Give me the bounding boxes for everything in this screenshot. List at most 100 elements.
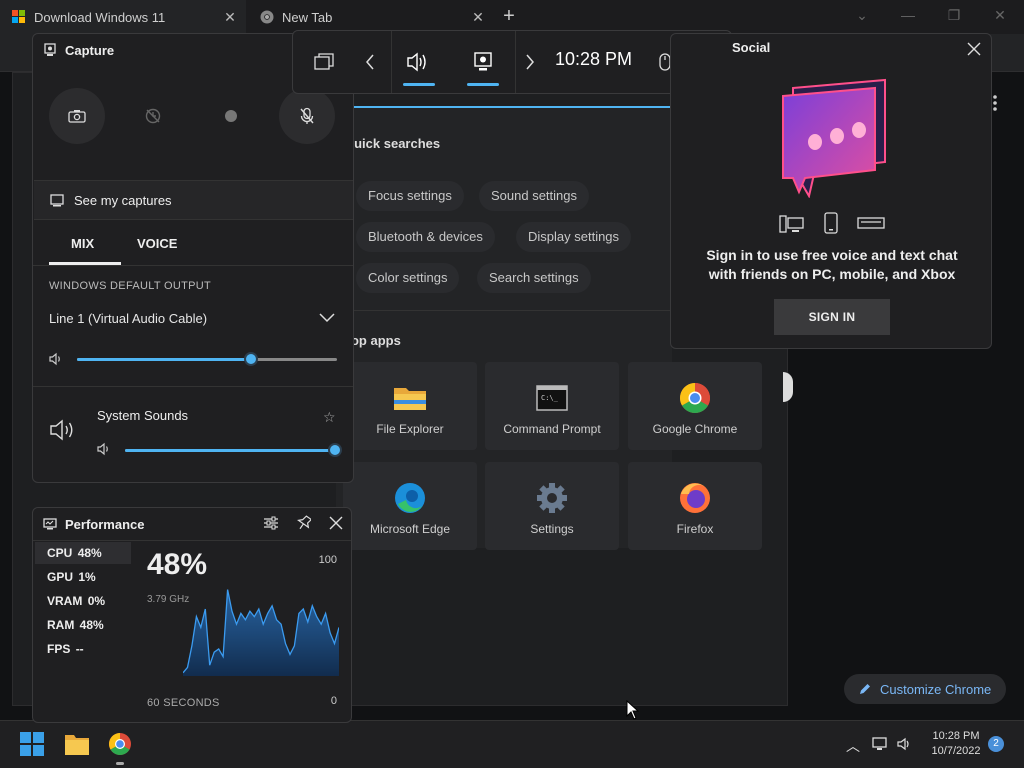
sign-in-button[interactable]: SIGN IN	[774, 299, 890, 335]
quick-search-chip[interactable]: Search settings	[477, 263, 591, 293]
chat-bubble-illustration	[775, 76, 887, 198]
metric-label: CPU	[47, 546, 73, 560]
quick-search-chip[interactable]: Display settings	[516, 222, 632, 252]
customize-chrome-button[interactable]: Customize Chrome	[844, 674, 1006, 704]
chrome-tab-strip: Download Windows 11 ✕ New Tab ✕ + ⌄ — ❐ …	[0, 0, 1024, 34]
capture-widget-icon[interactable]	[473, 51, 493, 73]
camera-icon	[68, 109, 86, 123]
see-my-captures-link[interactable]: See my captures	[34, 180, 353, 220]
taskbar-clock[interactable]: 10:28 PM 10/7/2022	[922, 729, 990, 759]
speaker-large-icon	[49, 418, 77, 442]
clock-time: 10:28 PM	[932, 730, 980, 742]
star-icon[interactable]: ☆	[323, 409, 336, 426]
performance-widget: Performance CPU 48% GPU 1% VRAM 0% RAM 48% F…	[32, 507, 352, 723]
taskbar	[0, 720, 1024, 768]
tab-search-icon[interactable]: ⌄	[848, 4, 876, 26]
notification-badge[interactable]: 2	[988, 736, 1004, 752]
screenshot-button[interactable]	[49, 88, 105, 144]
tab-close-icon[interactable]: ✕	[470, 9, 486, 25]
metric-row-fps[interactable]: FPS --	[35, 638, 131, 660]
gallery-icon	[50, 193, 64, 207]
metric-value: --	[75, 642, 84, 656]
top-app-firefox[interactable]: Firefox	[628, 462, 762, 550]
firefox-icon	[677, 480, 713, 516]
options-sliders-icon[interactable]	[263, 516, 279, 530]
performance-icon	[43, 518, 57, 530]
chrome-menu-icon[interactable]	[992, 94, 998, 112]
metric-row-ram[interactable]: RAM 48%	[35, 614, 131, 636]
tab-download-windows-11[interactable]: Download Windows 11 ✕	[0, 0, 246, 34]
microphone-toggle-button[interactable]	[279, 88, 335, 144]
cpu-history-graph	[183, 589, 339, 676]
file-explorer-taskbar-icon[interactable]	[64, 732, 90, 756]
volume-small-icon	[49, 352, 63, 366]
capture-widget: Capture See my captures MIX VOICE WINDOW…	[32, 33, 354, 483]
history-icon	[144, 107, 162, 125]
metric-row-gpu[interactable]: GPU 1%	[35, 566, 131, 588]
metric-label: VRAM	[47, 594, 83, 608]
widget-menu-icon[interactable]	[313, 53, 335, 71]
app-label: Google Chrome	[652, 422, 738, 436]
output-device-select[interactable]: Line 1 (Virtual Audio Cable)	[49, 311, 207, 326]
chevron-down-icon[interactable]	[319, 313, 335, 323]
top-app-google-chrome[interactable]: Google Chrome	[628, 362, 762, 450]
xbox-console-icon	[857, 216, 885, 230]
metric-label: FPS	[47, 642, 71, 656]
chevron-right-icon[interactable]	[525, 53, 535, 71]
record-last-button[interactable]	[125, 88, 181, 144]
capture-title: Capture	[65, 42, 115, 58]
chrome-taskbar-icon[interactable]	[108, 732, 132, 756]
quick-search-chip[interactable]: Color settings	[356, 263, 460, 293]
top-app-microsoft-edge[interactable]: Microsoft Edge	[343, 462, 477, 550]
maximize-icon[interactable]: ❐	[940, 4, 968, 26]
new-tab-icon[interactable]: +	[498, 6, 520, 28]
tab-mix[interactable]: MIX	[71, 236, 94, 251]
tab-close-icon[interactable]: ✕	[222, 9, 238, 25]
social-widget: Social Sign in to use free voice and tex…	[670, 33, 992, 349]
top-app-file-explorer[interactable]: File Explorer	[343, 362, 477, 450]
slider-thumb[interactable]	[328, 443, 342, 457]
quick-search-chip[interactable]: Focus settings	[356, 181, 464, 211]
social-title: Social	[732, 40, 771, 55]
chrome-icon	[260, 10, 274, 24]
side-panel-handle[interactable]	[783, 372, 793, 402]
close-window-icon[interactable]: ✕	[986, 4, 1014, 26]
tab-new-tab[interactable]: New Tab ✕	[248, 0, 494, 34]
see-captures-label: See my captures	[74, 192, 172, 208]
slider-thumb[interactable]	[244, 352, 258, 366]
audio-widget-icon[interactable]	[406, 51, 430, 73]
metric-row-vram[interactable]: VRAM 0%	[35, 590, 131, 612]
quick-search-chip[interactable]: Bluetooth & devices	[356, 222, 495, 252]
edge-icon	[392, 480, 428, 516]
speaker-icon[interactable]	[896, 736, 912, 752]
pin-icon[interactable]	[297, 515, 311, 531]
close-icon[interactable]	[329, 516, 343, 530]
widget-active-indicator	[403, 83, 435, 86]
quick-searches-title: Quick searches	[344, 136, 441, 151]
pencil-icon	[858, 682, 872, 696]
tab-title: Download Windows 11	[34, 9, 166, 25]
metric-label: GPU	[47, 570, 74, 584]
chevron-left-icon[interactable]	[365, 53, 375, 71]
app-audio-name: System Sounds	[97, 408, 189, 423]
close-icon[interactable]	[967, 42, 981, 56]
app-label: Microsoft Edge	[369, 522, 451, 536]
y-axis-max-label: 100	[318, 554, 337, 566]
mobile-icon	[823, 212, 839, 234]
record-button[interactable]	[203, 88, 259, 144]
y-axis-min-label: 0	[330, 695, 337, 707]
app-volume-slider[interactable]	[125, 443, 342, 457]
chrome-icon	[677, 380, 713, 416]
top-app-settings[interactable]: Settings	[485, 462, 619, 550]
minimize-icon[interactable]: —	[894, 4, 922, 26]
quick-search-chip[interactable]: Sound settings	[479, 181, 590, 211]
network-icon[interactable]	[872, 736, 888, 752]
slider-fill	[77, 358, 251, 361]
top-app-command-prompt[interactable]: C:\_ Command Prompt	[485, 362, 619, 450]
tab-voice[interactable]: VOICE	[137, 236, 177, 251]
running-indicator	[116, 762, 124, 765]
start-windows-icon[interactable]	[20, 732, 44, 756]
chevron-up-icon[interactable]: ︿	[846, 736, 860, 756]
metric-row-cpu[interactable]: CPU 48%	[35, 542, 131, 564]
master-volume-slider[interactable]	[77, 352, 337, 366]
